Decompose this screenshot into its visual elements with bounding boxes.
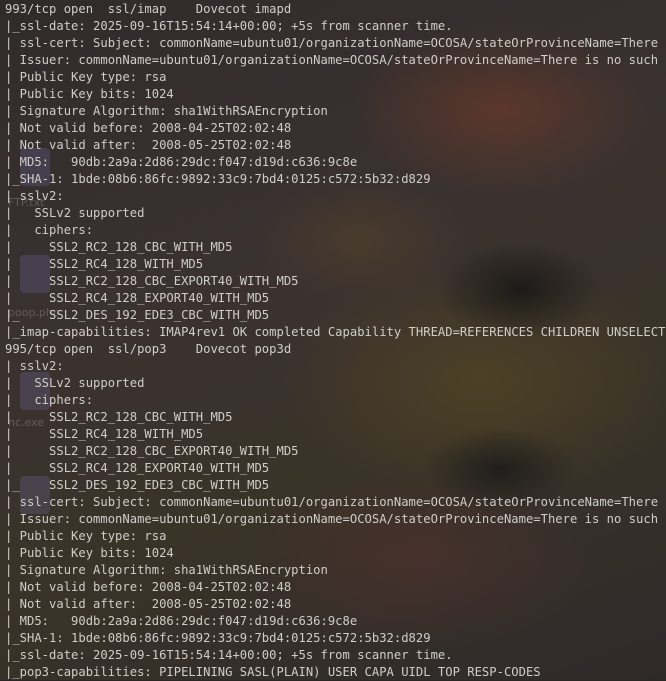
terminal-line: | Public Key bits: 1024 xyxy=(5,546,174,560)
terminal-line: | Issuer: commonName=ubuntu01/organizati… xyxy=(5,512,666,526)
terminal-line: |_ SSL2_DES_192_EDE3_CBC_WITH_MD5 xyxy=(5,308,270,322)
terminal-line: | SSL2_RC4_128_EXPORT40_WITH_MD5 xyxy=(5,291,270,305)
terminal-line: | SSL2_RC4_128_WITH_MD5 xyxy=(5,257,204,271)
terminal-line: |_ssl-date: 2025-09-16T15:54:14+00:00; +… xyxy=(5,19,453,33)
terminal-line: | ssl-cert: Subject: commonName=ubuntu01… xyxy=(5,495,666,509)
terminal-line: | SSL2_RC2_128_CBC_EXPORT40_WITH_MD5 xyxy=(5,444,299,458)
terminal-line: | Public Key type: rsa xyxy=(5,529,167,543)
terminal-line: |_ SSL2_DES_192_EDE3_CBC_WITH_MD5 xyxy=(5,478,270,492)
terminal-line: | ciphers: xyxy=(5,223,94,237)
terminal-line: | sslv2: xyxy=(5,189,64,203)
terminal-line: |_pop3-capabilities: PIPELINING SASL(PLA… xyxy=(5,665,541,679)
terminal-line: | Not valid after: 2008-05-25T02:02:48 xyxy=(5,597,292,611)
terminal-line: | ciphers: xyxy=(5,393,94,407)
terminal-line: | Issuer: commonName=ubuntu01/organizati… xyxy=(5,53,666,67)
terminal-line: | SSL2_RC4_128_EXPORT40_WITH_MD5 xyxy=(5,461,270,475)
terminal-line: | SSL2_RC2_128_CBC_EXPORT40_WITH_MD5 xyxy=(5,274,299,288)
terminal-line: | Signature Algorithm: sha1WithRSAEncryp… xyxy=(5,563,328,577)
terminal-line: | SSL2_RC2_128_CBC_WITH_MD5 xyxy=(5,240,233,254)
terminal-line: | SSLv2 supported xyxy=(5,206,145,220)
terminal-line: | MD5: 90db:2a9a:2d86:29dc:f047:d19d:c63… xyxy=(5,614,358,628)
terminal-line: | Not valid before: 2008-04-25T02:02:48 xyxy=(5,580,292,594)
terminal-output[interactable]: 993/tcp open ssl/imap Dovecot imapd |_ssl… xyxy=(0,0,666,680)
terminal-line: | sslv2: xyxy=(5,359,64,373)
terminal-line: |_SHA-1: 1bde:08b6:86fc:9892:33c9:7bd4:0… xyxy=(5,172,431,186)
terminal-line: | MD5: 90db:2a9a:2d86:29dc:f047:d19d:c63… xyxy=(5,155,358,169)
terminal-line: | Not valid before: 2008-04-25T02:02:48 xyxy=(5,121,292,135)
terminal-line: 993/tcp open ssl/imap Dovecot imapd xyxy=(5,2,292,16)
terminal-line: | Public Key type: rsa xyxy=(5,70,167,84)
terminal-line: |_imap-capabilities: IMAP4rev1 OK comple… xyxy=(5,325,666,339)
terminal-line: |_ssl-date: 2025-09-16T15:54:14+00:00; +… xyxy=(5,648,453,662)
terminal-line: | SSL2_RC2_128_CBC_WITH_MD5 xyxy=(5,410,233,424)
terminal-line: | Not valid after: 2008-05-25T02:02:48 xyxy=(5,138,292,152)
terminal-line: 995/tcp open ssl/pop3 Dovecot pop3d xyxy=(5,342,292,356)
terminal-line: | Public Key bits: 1024 xyxy=(5,87,174,101)
terminal-line: |_SHA-1: 1bde:08b6:86fc:9892:33c9:7bd4:0… xyxy=(5,631,431,645)
terminal-line: | ssl-cert: Subject: commonName=ubuntu01… xyxy=(5,36,666,50)
terminal-line: | Signature Algorithm: sha1WithRSAEncryp… xyxy=(5,104,328,118)
terminal-line: | SSLv2 supported xyxy=(5,376,145,390)
terminal-line: | SSL2_RC4_128_WITH_MD5 xyxy=(5,427,204,441)
